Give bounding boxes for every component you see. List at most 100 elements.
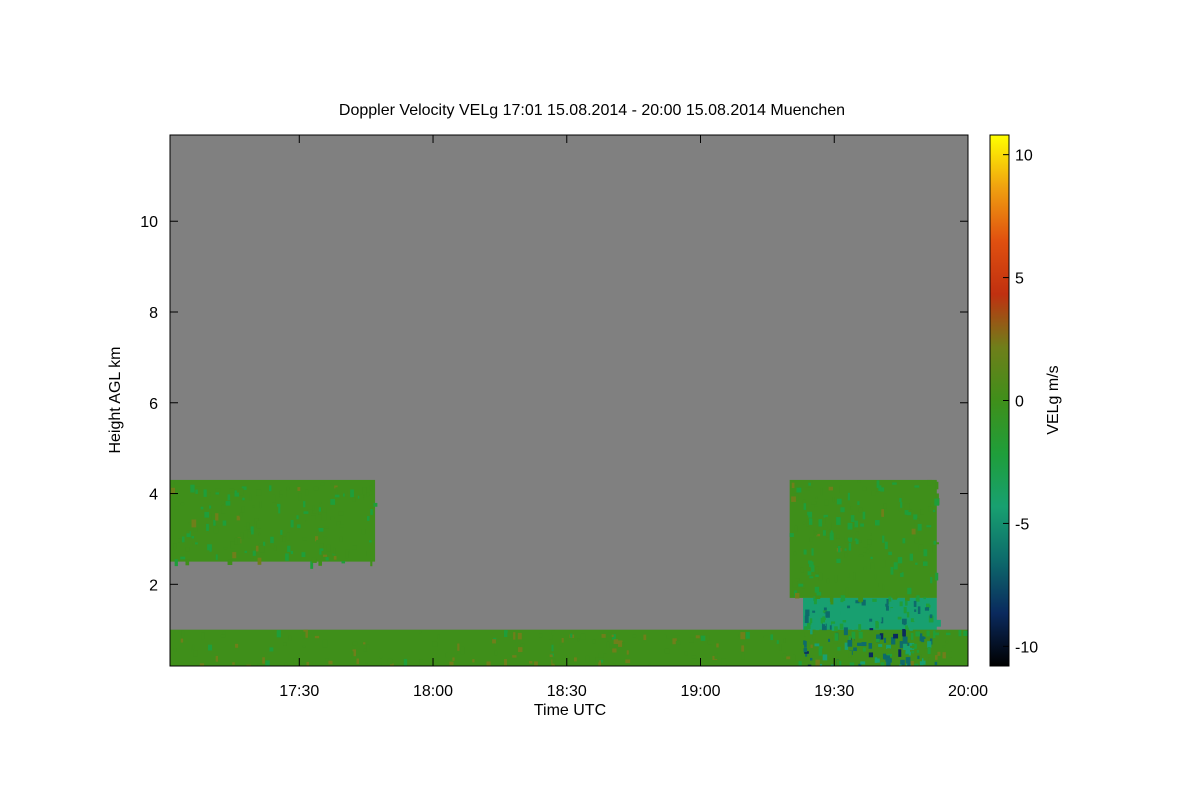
speckle <box>878 617 882 622</box>
speckle <box>798 583 804 587</box>
speckle <box>256 520 261 529</box>
speckle <box>807 664 812 666</box>
speckle <box>934 498 940 506</box>
speckle <box>824 499 829 506</box>
speckle <box>815 627 820 631</box>
speckle <box>173 648 177 652</box>
speckle <box>270 544 275 549</box>
speckle <box>847 605 851 609</box>
speckle <box>345 550 349 559</box>
speckle <box>319 501 322 505</box>
speckle <box>215 525 218 529</box>
speckle <box>369 540 372 543</box>
speckle <box>928 657 931 662</box>
speckle <box>352 497 356 502</box>
speckle <box>848 650 852 658</box>
speckle <box>886 620 892 628</box>
speckle <box>221 501 225 505</box>
speckle <box>286 532 290 541</box>
speckle <box>234 537 238 545</box>
speckle <box>504 659 507 666</box>
speckle <box>851 626 855 631</box>
speckle <box>208 644 213 651</box>
speckle <box>899 498 902 503</box>
speckle <box>714 653 718 660</box>
speckle <box>805 487 810 491</box>
speckle <box>288 635 292 641</box>
speckle <box>316 539 321 544</box>
speckle <box>297 524 301 529</box>
speckle <box>844 536 847 543</box>
speckle <box>858 624 862 632</box>
speckle <box>836 611 841 616</box>
speckle <box>209 513 212 520</box>
speckle <box>907 587 912 595</box>
speckle <box>625 659 631 664</box>
speckle <box>230 541 235 549</box>
speckle <box>827 601 831 605</box>
speckle <box>888 551 892 556</box>
speckle <box>606 641 610 649</box>
speckle <box>875 613 879 619</box>
speckle <box>844 552 848 558</box>
speckle <box>828 638 831 642</box>
speckle <box>815 659 820 666</box>
speckle <box>876 491 879 494</box>
speckle <box>208 505 212 509</box>
speckle <box>882 584 885 590</box>
speckle <box>958 630 962 637</box>
speckle <box>870 562 875 570</box>
speckle <box>314 635 320 639</box>
speckle <box>858 507 863 513</box>
speckle <box>603 653 607 658</box>
speckle <box>200 506 204 510</box>
x-tick-label: 18:30 <box>547 683 587 700</box>
speckle <box>278 505 281 514</box>
speckle <box>449 661 454 666</box>
speckle <box>904 600 908 606</box>
speckle <box>370 508 373 515</box>
speckle <box>437 634 440 639</box>
speckle <box>272 494 276 503</box>
speckle <box>486 661 491 666</box>
speckle <box>886 657 891 666</box>
speckle <box>592 639 596 644</box>
speckle <box>234 492 240 497</box>
speckle <box>814 643 820 647</box>
speckle <box>850 515 855 522</box>
speckle <box>643 634 647 641</box>
speckle <box>840 599 844 603</box>
speckle <box>878 485 882 491</box>
speckle <box>887 648 891 651</box>
speckle <box>706 635 710 641</box>
speckle <box>878 644 883 647</box>
chart-title: Doppler Velocity VELg 17:01 15.08.2014 -… <box>339 102 845 119</box>
speckle <box>328 660 333 665</box>
speckle <box>869 533 872 536</box>
speckle <box>361 528 366 535</box>
speckle <box>580 633 586 640</box>
speckle <box>301 552 306 558</box>
speckle <box>507 632 512 638</box>
speckle <box>910 645 915 648</box>
speckle <box>812 615 817 622</box>
speckle <box>935 572 939 581</box>
colorbar-label: VELg m/s <box>1045 365 1062 434</box>
speckle <box>792 654 796 662</box>
y-tick-label: 10 <box>140 214 158 231</box>
speckle <box>899 566 902 573</box>
speckle <box>800 567 804 573</box>
speckle <box>684 651 688 656</box>
cloud-region-upper-cloud-left <box>170 479 376 562</box>
speckle <box>794 525 798 532</box>
speckle <box>517 632 522 640</box>
speckle <box>185 547 190 552</box>
speckle <box>836 558 841 564</box>
speckle <box>904 503 910 510</box>
speckle <box>914 663 919 666</box>
speckle <box>923 660 926 665</box>
speckle <box>930 577 933 584</box>
speckle <box>783 638 786 643</box>
speckle <box>814 531 818 536</box>
speckle <box>529 661 533 664</box>
